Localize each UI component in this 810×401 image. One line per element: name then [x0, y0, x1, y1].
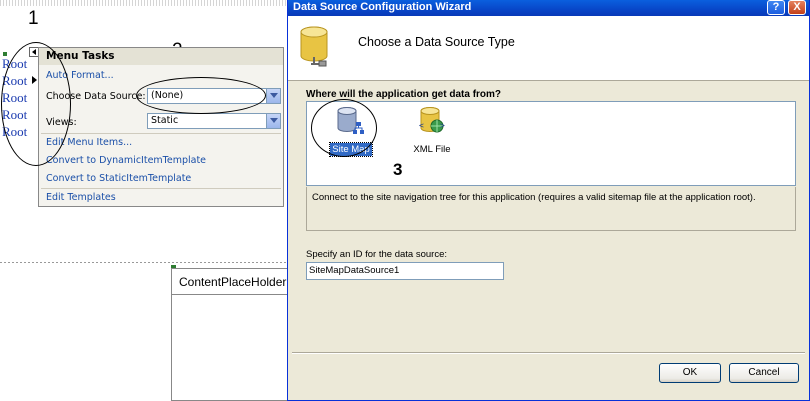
data-source-id-input[interactable]: SiteMapDataSource1 — [306, 262, 504, 280]
close-button[interactable]: X — [788, 0, 806, 15]
annotation-marker-3: 3 — [393, 160, 403, 179]
ok-button[interactable]: OK — [659, 363, 721, 383]
dialog-title: Data Source Configuration Wizard — [293, 1, 472, 13]
annotation-marker-1: 1 — [28, 8, 39, 29]
divider — [41, 133, 281, 134]
chevron-down-icon[interactable] — [266, 89, 280, 103]
source-item-xml-file[interactable]: < > XML File — [402, 106, 462, 156]
footer-divider — [292, 352, 805, 354]
dialog-titlebar[interactable]: Data Source Configuration Wizard ? X — [288, 0, 809, 16]
convert-static-template-link[interactable]: Convert to StaticItemTemplate — [46, 173, 191, 184]
wizard-header: Choose a Data Source Type — [288, 16, 809, 81]
content-placeholder[interactable]: ContentPlaceHolder - — [171, 268, 292, 401]
annotation-oval-2 — [136, 77, 266, 114]
xml-file-icon: < > — [419, 107, 445, 133]
data-source-id-label: Specify an ID for the data source: — [306, 249, 447, 260]
svg-text:>: > — [440, 121, 445, 130]
database-icon — [300, 26, 328, 67]
source-item-label: XML File — [413, 144, 451, 155]
designer-divider — [0, 262, 292, 263]
designer-top-border — [0, 0, 292, 6]
edit-templates-link[interactable]: Edit Templates — [46, 192, 116, 203]
menu-tasks-panel: Menu Tasks Auto Format... Choose Data So… — [38, 47, 284, 207]
content-placeholder-tab: ContentPlaceHolder - — [172, 269, 292, 295]
chevron-down-icon[interactable] — [266, 114, 280, 128]
views-select[interactable]: Static — [147, 113, 281, 129]
svg-text:<: < — [419, 121, 424, 130]
annotation-oval-3 — [311, 99, 377, 157]
divider — [41, 188, 281, 189]
designer-surface: 1 2 Root Root Root Root Root Menu Tasks … — [0, 0, 292, 401]
wizard-step-title: Choose a Data Source Type — [358, 35, 515, 49]
convert-dynamic-template-link[interactable]: Convert to DynamicItemTemplate — [46, 155, 206, 166]
data-source-wizard-dialog: Data Source Configuration Wizard ? X Cho… — [287, 0, 810, 401]
source-question-label: Where will the application get data from… — [306, 89, 502, 100]
menu-tasks-title: Menu Tasks — [39, 48, 283, 65]
annotation-oval-1 — [1, 42, 71, 166]
help-button[interactable]: ? — [767, 0, 785, 15]
views-value: Static — [151, 115, 179, 126]
data-source-type-list[interactable]: Site Map < > XML File — [306, 99, 796, 186]
source-description: Connect to the site navigation tree for … — [306, 187, 796, 231]
cancel-button[interactable]: Cancel — [729, 363, 799, 383]
